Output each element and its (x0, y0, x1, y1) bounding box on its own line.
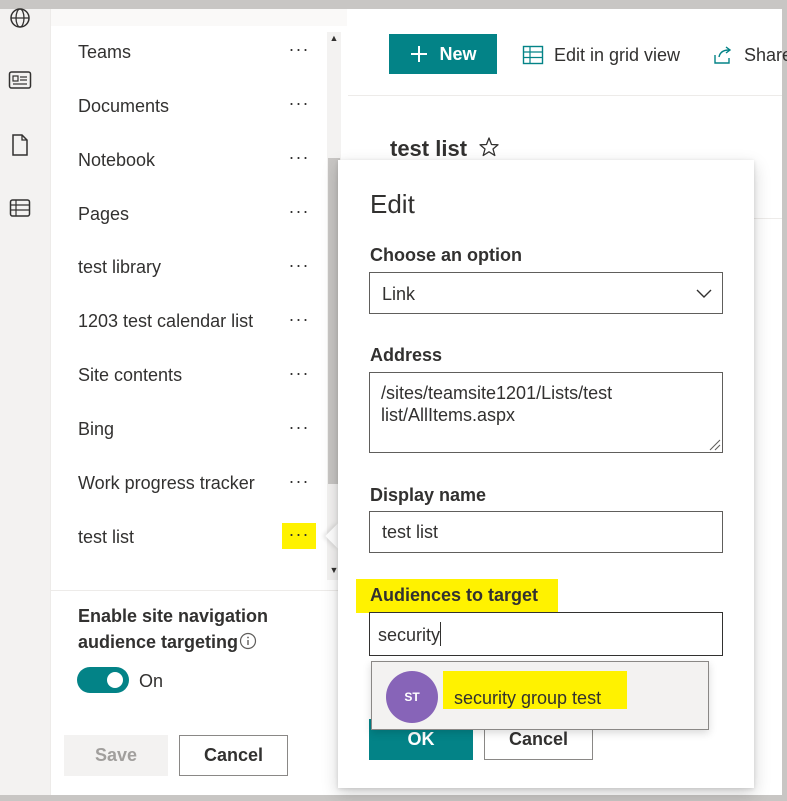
chevron-down-icon (694, 283, 714, 303)
app-rail (0, 9, 51, 795)
share-button[interactable]: Share (712, 42, 787, 68)
nav-item-teams-more-button[interactable]: ··· (282, 38, 316, 64)
command-bar-divider (348, 95, 782, 96)
nav-cancel-button[interactable]: Cancel (179, 735, 288, 776)
share-icon (714, 46, 732, 64)
callout-title: Edit (370, 189, 415, 219)
nav-item-pages-more-button[interactable]: ··· (282, 200, 316, 226)
news-icon[interactable] (6, 66, 34, 94)
choose-option-label: Choose an option (370, 245, 522, 265)
address-field[interactable]: /sites/teamsite1201/Lists/test list/AllI… (369, 372, 723, 453)
globe-icon[interactable] (6, 4, 34, 32)
nav-item-notebook-more-button[interactable]: ··· (282, 146, 316, 172)
nav-item-site-contents-more-button[interactable]: ··· (282, 362, 316, 388)
share-label: Share (744, 45, 787, 65)
page-title: test list (390, 136, 468, 161)
edit-in-grid-view-button[interactable]: Edit in grid view (522, 42, 680, 68)
nav-panel-header (51, 9, 347, 26)
edit-in-grid-view-label: Edit in grid view (554, 45, 681, 65)
text-caret (440, 622, 441, 646)
nav-save-button[interactable]: Save (64, 735, 168, 776)
info-icon[interactable] (239, 632, 257, 650)
plus-icon (411, 46, 428, 62)
audiences-picker-query: security (378, 625, 441, 645)
nav-item-test-list-more-button[interactable]: ··· (282, 523, 316, 549)
choose-option-dropdown[interactable] (369, 272, 723, 314)
toggle-knob (107, 672, 123, 688)
new-button-label: New (439, 43, 477, 64)
audiences-to-target-label: Audiences to target (356, 579, 559, 613)
choose-option-value: Link (382, 284, 416, 304)
nav-footer-divider (51, 590, 347, 591)
nav-item-test-library-more-button[interactable]: ··· (282, 254, 316, 280)
avatar: ST (386, 671, 438, 723)
address-label: Address (370, 345, 443, 365)
display-name-field[interactable] (369, 511, 723, 553)
scroll-up-arrow-icon[interactable]: ▲ (327, 32, 341, 44)
document-icon[interactable] (6, 131, 34, 159)
nav-item-documents-more-button[interactable]: ··· (282, 92, 316, 118)
nav-item-work-progress-tracker-more-button[interactable]: ··· (282, 470, 316, 496)
grid-icon (522, 45, 544, 65)
display-name-label: Display name (370, 485, 487, 505)
new-button[interactable]: New (389, 34, 497, 74)
window-top-border (0, 0, 787, 9)
window-bottom-border (0, 795, 787, 801)
nav-item-calendar-more-button[interactable]: ··· (282, 308, 316, 334)
nav-item-bing-more-button[interactable]: ··· (282, 416, 316, 442)
window-right-border (782, 0, 787, 801)
suggestion-name[interactable]: security group test (454, 686, 601, 710)
resize-grip-icon[interactable] (707, 437, 721, 451)
list-icon[interactable] (6, 194, 34, 222)
toggle-state-label: On (139, 671, 164, 691)
star-icon[interactable] (478, 136, 502, 160)
